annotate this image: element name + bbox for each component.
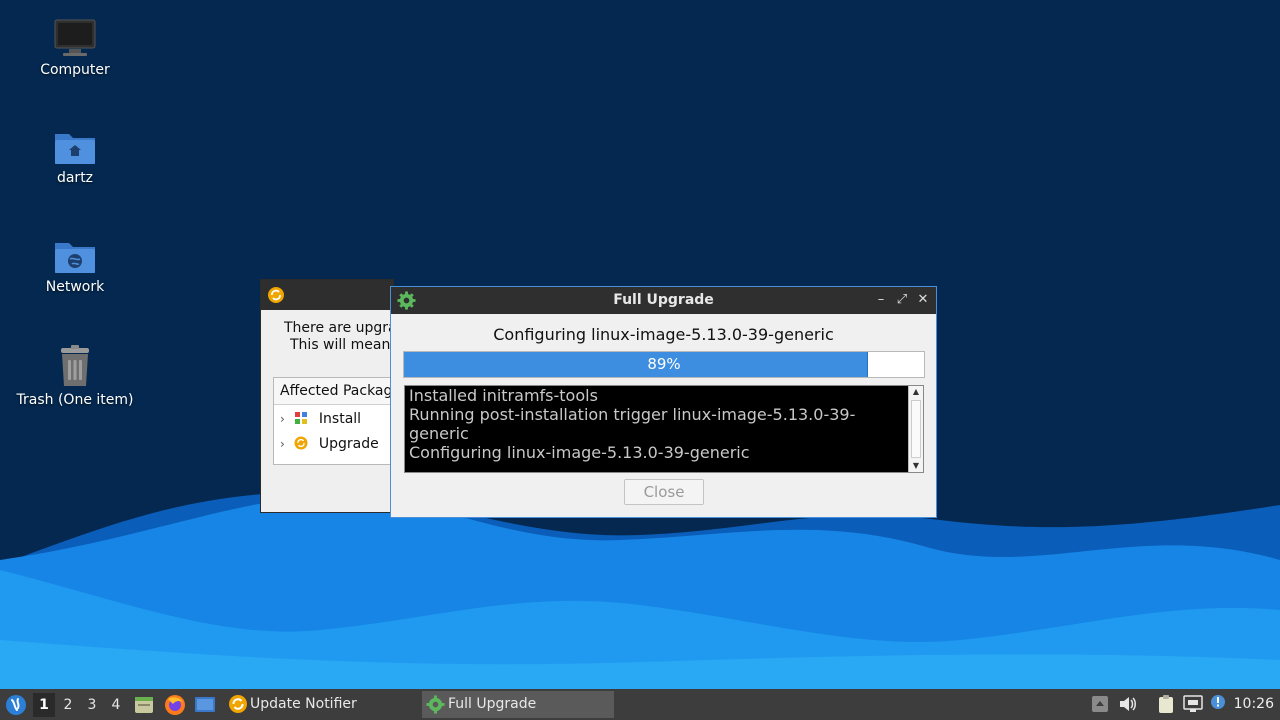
log-line: Configuring linux-image-5.13.0-39-generi… bbox=[409, 443, 750, 462]
update-notifier-titlebar[interactable] bbox=[261, 280, 393, 310]
chevron-right-icon[interactable]: › bbox=[280, 437, 290, 451]
terminal-log[interactable]: Installed initramfs-tools Running post-i… bbox=[404, 385, 924, 473]
workspace-2[interactable]: 2 bbox=[57, 693, 79, 717]
log-line: Installed initramfs-tools bbox=[409, 386, 598, 405]
desktop-icon-label: Trash (One item) bbox=[16, 392, 134, 408]
desktop-icon-network[interactable]: Network bbox=[10, 237, 140, 295]
upgrade-message-line1: There are upgra bbox=[284, 320, 394, 336]
affected-packages-header[interactable]: Affected Packag bbox=[274, 378, 393, 405]
upgrade-icon bbox=[294, 436, 308, 450]
task-update-notifier[interactable]: Update Notifier bbox=[224, 691, 440, 718]
taskbar: 1 2 3 4 Update Notifier Full Upgrade 10:… bbox=[0, 689, 1280, 720]
desktop-icon-home[interactable]: dartz bbox=[10, 128, 140, 186]
network-status-icon[interactable] bbox=[1183, 695, 1203, 713]
desktop-icon-label: dartz bbox=[56, 170, 94, 186]
desktop-icon-computer[interactable]: Computer bbox=[10, 18, 140, 78]
tree-item-label: Install bbox=[318, 411, 362, 427]
show-desktop-icon[interactable] bbox=[194, 695, 216, 715]
dialog-titlebar[interactable]: Full Upgrade – ⤢ ✕ bbox=[391, 287, 936, 314]
network-folder-icon bbox=[55, 243, 95, 273]
workspace-1[interactable]: 1 bbox=[33, 693, 55, 717]
tree-item-install[interactable]: › Install bbox=[280, 411, 361, 427]
workspace-3[interactable]: 3 bbox=[81, 693, 103, 717]
full-upgrade-dialog[interactable]: Full Upgrade – ⤢ ✕ Configuring linux-ima… bbox=[390, 286, 937, 518]
task-label: Full Upgrade bbox=[448, 696, 537, 712]
trash-icon bbox=[61, 345, 89, 386]
tree-item-label: Upgrade bbox=[318, 436, 379, 452]
scroll-up-icon[interactable]: ▲ bbox=[909, 386, 923, 398]
upgrade-message-line2: This will mean bbox=[290, 337, 391, 353]
computer-icon bbox=[54, 19, 96, 56]
clock[interactable]: 10:26 bbox=[1234, 689, 1274, 720]
scrollbar-thumb[interactable] bbox=[911, 400, 921, 458]
progress-label: 89% bbox=[647, 355, 681, 373]
workspace-4[interactable]: 4 bbox=[105, 693, 127, 717]
start-menu-icon[interactable] bbox=[5, 694, 27, 716]
progress-bar: 89% bbox=[403, 351, 925, 378]
update-available-icon[interactable] bbox=[1210, 694, 1226, 710]
home-folder-icon bbox=[55, 134, 95, 164]
close-button[interactable]: Close bbox=[624, 479, 704, 505]
minimize-button[interactable]: – bbox=[873, 292, 889, 308]
update-notifier-window[interactable]: There are upgra This will mean Affected … bbox=[260, 279, 394, 513]
desktop-icon-label: Computer bbox=[40, 62, 110, 78]
tray-expand-icon[interactable] bbox=[1091, 695, 1109, 713]
task-full-upgrade[interactable]: Full Upgrade bbox=[422, 691, 614, 718]
log-scrollbar[interactable]: ▲ ▼ bbox=[908, 386, 923, 472]
scroll-down-icon[interactable]: ▼ bbox=[909, 460, 923, 472]
affected-packages-tree[interactable]: Affected Packag › Install › Upgrade bbox=[273, 377, 393, 465]
install-icon bbox=[295, 412, 308, 424]
status-text: Configuring linux-image-5.13.0-39-generi… bbox=[493, 325, 834, 344]
desktop-icon-trash[interactable]: Trash (One item) bbox=[10, 344, 140, 408]
chevron-right-icon[interactable]: › bbox=[280, 412, 290, 426]
update-notifier-icon bbox=[229, 695, 247, 713]
close-window-button[interactable]: ✕ bbox=[915, 292, 931, 308]
task-label: Update Notifier bbox=[250, 696, 357, 712]
volume-icon[interactable] bbox=[1118, 695, 1138, 713]
gear-icon bbox=[426, 695, 445, 714]
dialog-title: Full Upgrade bbox=[613, 292, 714, 308]
log-line: Running post-installation trigger linux-… bbox=[409, 405, 856, 443]
maximize-button[interactable]: ⤢ bbox=[894, 292, 910, 308]
tree-item-upgrade[interactable]: › Upgrade bbox=[280, 436, 379, 452]
update-notifier-icon bbox=[268, 287, 284, 303]
desktop-icon-label: Network bbox=[45, 279, 105, 295]
clipboard-icon[interactable] bbox=[1156, 694, 1176, 714]
file-manager-icon[interactable] bbox=[134, 695, 154, 715]
log-lines: Installed initramfs-tools Running post-i… bbox=[409, 386, 909, 462]
firefox-icon[interactable] bbox=[164, 694, 186, 716]
